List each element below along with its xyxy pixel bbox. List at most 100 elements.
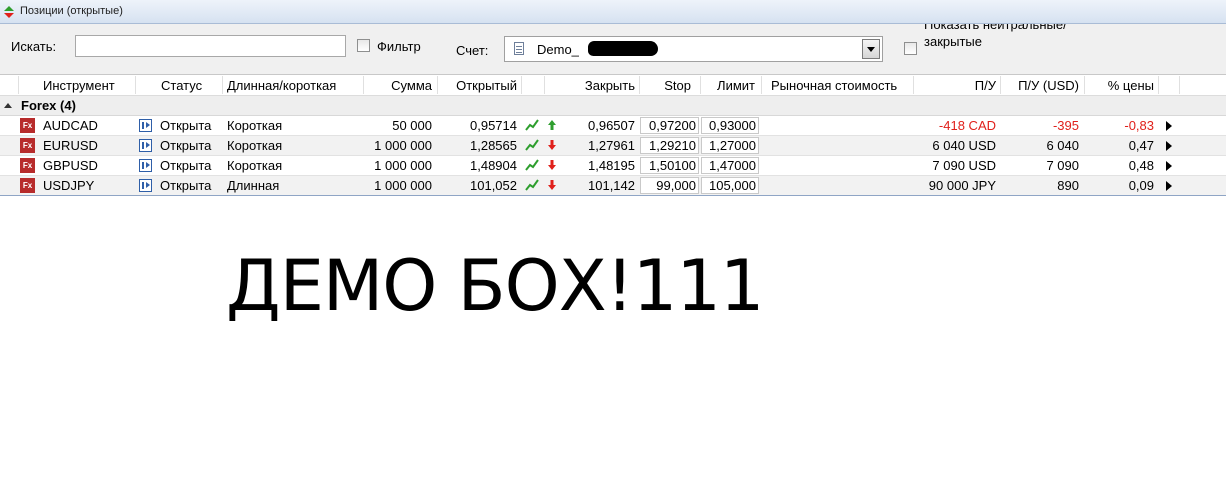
price-pct-cell: 0,48 (1128, 158, 1154, 173)
arrow-down-icon (548, 160, 556, 170)
limit-cell[interactable]: 0,93000 (701, 117, 759, 134)
stop-cell[interactable]: 99,000 (640, 177, 699, 194)
amount-cell: 50 000 (392, 118, 432, 133)
table-row[interactable]: Fx GBPUSD Открыта Короткая 1 000 000 1,48904 1… (0, 156, 1226, 176)
side-cell: Короткая (227, 138, 283, 153)
status-icon (139, 179, 152, 192)
filter-label: Фильтр (377, 39, 421, 54)
table-header: Инструмент Статус Длинная/короткая Сумма… (0, 75, 1226, 96)
side-cell: Короткая (227, 158, 283, 173)
neutral-closed-checkbox[interactable] (904, 42, 917, 55)
status-icon (139, 119, 152, 132)
pl-cell: 7 090 USD (932, 158, 996, 173)
pl-usd-cell: 890 (1057, 178, 1079, 193)
forex-icon: Fx (20, 138, 35, 153)
price-pct-cell: 0,47 (1128, 138, 1154, 153)
instrument-cell: EURUSD (43, 138, 98, 153)
account-select[interactable]: Demo_ (504, 36, 883, 62)
open-cell: 0,95714 (470, 118, 517, 133)
forex-icon: Fx (20, 178, 35, 193)
limit-cell[interactable]: 105,000 (701, 177, 759, 194)
account-label: Счет: (456, 43, 489, 58)
filter-toolbar: Искать: Фильтр Счет: Demo_ Показать нейт… (0, 24, 1226, 75)
close-cell[interactable]: 1,27961 (560, 138, 635, 153)
side-cell: Короткая (227, 118, 283, 133)
document-icon (514, 42, 524, 55)
stop-cell[interactable]: 1,50100 (640, 157, 699, 174)
pl-usd-cell: -395 (1052, 118, 1079, 133)
filter-checkbox[interactable] (357, 39, 370, 52)
col-status[interactable]: Статус (161, 78, 202, 93)
col-limit[interactable]: Лимит (700, 78, 755, 93)
redaction-mark (588, 41, 658, 56)
instrument-cell: USDJPY (43, 178, 95, 193)
group-forex[interactable]: Forex (4) (0, 96, 1226, 116)
neutral-closed-label: Показать нейтральные/закрытые (924, 24, 1067, 49)
col-amount[interactable]: Сумма (363, 78, 432, 93)
search-label: Искать: (11, 39, 57, 54)
demo-overlay-text: ДЕМО БОХ!111 (226, 245, 764, 327)
amount-cell: 1 000 000 (374, 158, 432, 173)
close-cell[interactable]: 1,48195 (560, 158, 635, 173)
status-cell: Открыта (160, 158, 212, 173)
col-market-value[interactable]: Рыночная стоимость (771, 78, 897, 93)
amount-cell: 1 000 000 (374, 178, 432, 193)
trend-chart-icon[interactable] (525, 159, 539, 171)
table-row[interactable]: Fx EURUSD Открыта Короткая 1 000 000 1,28565 1… (0, 136, 1226, 156)
col-open[interactable]: Открытый (437, 78, 517, 93)
col-instrument[interactable]: Инструмент (43, 78, 115, 93)
arrow-down-icon (548, 140, 556, 150)
pl-usd-cell: 6 040 (1046, 138, 1079, 153)
account-value: Demo_ (537, 42, 579, 57)
close-cell[interactable]: 101,142 (560, 178, 635, 193)
play-icon[interactable] (1166, 121, 1172, 131)
pl-cell: -418 CAD (938, 118, 996, 133)
instrument-cell: GBPUSD (43, 158, 98, 173)
positions-icon (4, 6, 14, 18)
pl-cell: 90 000 JPY (928, 178, 996, 193)
open-cell: 1,48904 (470, 158, 517, 173)
play-icon[interactable] (1166, 161, 1172, 171)
col-long-short[interactable]: Длинная/короткая (227, 78, 336, 93)
trend-chart-icon[interactable] (525, 139, 539, 151)
col-pl[interactable]: П/У (913, 78, 996, 93)
table-row[interactable]: Fx AUDCAD Открыта Короткая 50 000 0,95714 0,96… (0, 116, 1226, 136)
status-cell: Открыта (160, 118, 212, 133)
price-pct-cell: 0,09 (1128, 178, 1154, 193)
table-row[interactable]: Fx USDJPY Открыта Длинная 1 000 000 101,052 10… (0, 176, 1226, 196)
status-icon (139, 159, 152, 172)
chevron-down-icon[interactable] (862, 39, 880, 59)
col-price-pct[interactable]: % цены (1084, 78, 1154, 93)
pl-usd-cell: 7 090 (1046, 158, 1079, 173)
col-stop[interactable]: Stop (639, 78, 691, 93)
status-cell: Открыта (160, 138, 212, 153)
forex-icon: Fx (20, 158, 35, 173)
play-icon[interactable] (1166, 141, 1172, 151)
close-cell[interactable]: 0,96507 (560, 118, 635, 133)
arrow-down-icon (548, 180, 556, 190)
col-pl-usd[interactable]: П/У (USD) (1000, 78, 1079, 93)
amount-cell: 1 000 000 (374, 138, 432, 153)
window-titlebar: Позиции (открытые) (0, 0, 1226, 24)
limit-cell[interactable]: 1,27000 (701, 137, 759, 154)
col-close[interactable]: Закрыть (544, 78, 635, 93)
pl-cell: 6 040 USD (932, 138, 996, 153)
status-cell: Открыта (160, 178, 212, 193)
limit-cell[interactable]: 1,47000 (701, 157, 759, 174)
stop-cell[interactable]: 0,97200 (640, 117, 699, 134)
side-cell: Длинная (227, 178, 280, 193)
trend-chart-icon[interactable] (525, 179, 539, 191)
window-title: Позиции (открытые) (20, 5, 123, 17)
status-icon (139, 139, 152, 152)
stop-cell[interactable]: 1,29210 (640, 137, 699, 154)
forex-icon: Fx (20, 118, 35, 133)
group-label: Forex (4) (21, 98, 76, 113)
search-input[interactable] (75, 35, 346, 57)
arrow-up-icon (548, 120, 556, 130)
play-icon[interactable] (1166, 181, 1172, 191)
trend-chart-icon[interactable] (525, 119, 539, 131)
open-cell: 101,052 (470, 178, 517, 193)
instrument-cell: AUDCAD (43, 118, 98, 133)
price-pct-cell: -0,83 (1124, 118, 1154, 133)
collapse-icon[interactable] (4, 103, 12, 108)
